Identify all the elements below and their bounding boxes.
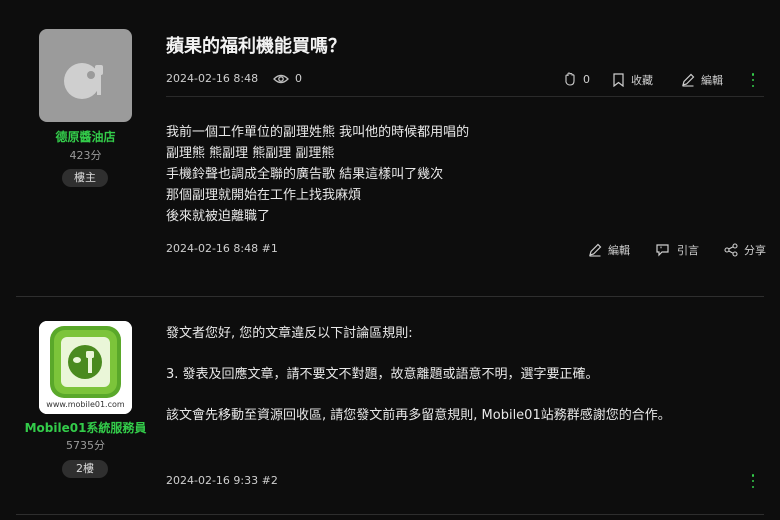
author-name[interactable]: Mobile01系統服務員 <box>0 419 171 436</box>
post-body-line: 手機鈴聲也調成全聯的廣告歌 結果這樣叫了幾次 <box>166 167 444 182</box>
post-body-line: 該文會先移動至資源回收區, 請您發文前再多留意規則, Mobile01站務群感謝… <box>166 408 671 423</box>
pencil-icon <box>682 73 695 87</box>
eye-icon <box>273 74 289 83</box>
post-2: www.mobile01.com Mobile01系統服務員 5735分 2樓 … <box>0 297 780 520</box>
post-body-line: 副理熊 熊副理 熊副理 副理熊 <box>166 146 335 161</box>
post-body-line: 我前一個工作單位的副理姓熊 我叫他的時候都用唱的 <box>166 125 470 140</box>
avatar-default[interactable] <box>39 29 132 122</box>
header-divider <box>166 96 764 97</box>
post-separator <box>16 514 764 515</box>
edit-label: 編輯 <box>701 74 723 87</box>
edit-button[interactable]: 編輯 <box>681 72 723 88</box>
share-button[interactable]: 分享 <box>724 242 766 258</box>
post-1: 德原醬油店 423分 樓主 蘋果的福利機能買嗎？ 2024-02-16 8:48… <box>0 0 780 296</box>
views-text: 0 <box>295 72 302 85</box>
author-score: 5735分 <box>66 439 105 452</box>
bookmark-label: 收藏 <box>631 74 653 87</box>
author-name[interactable]: 德原醬油店 <box>0 128 171 145</box>
like-count: 0 <box>583 72 590 86</box>
bookmark-icon <box>613 73 624 87</box>
logo-url-text: www.mobile01.com <box>46 400 125 409</box>
footer-edit-button[interactable]: 編輯 <box>588 242 630 258</box>
default-avatar-icon <box>64 63 103 99</box>
mobile01-logo-icon: www.mobile01.com <box>39 321 132 414</box>
thread-title: 蘋果的福利機能買嗎？ <box>166 36 346 57</box>
post-date-text: 2024-02-16 8:48 <box>166 72 259 85</box>
more-options-icon[interactable] <box>748 474 758 488</box>
author-score: 423分 <box>69 149 102 162</box>
post-body-line: 3. 發表及回應文章，請不要文不對題，故意離題或語意不明，選字要正確。 <box>166 367 599 382</box>
post-footer-meta: 2024-02-16 9:33 #2 <box>166 474 278 487</box>
views-count: 0 <box>273 72 302 85</box>
more-options-icon[interactable] <box>748 73 758 87</box>
quote-button[interactable]: " 引言 <box>655 242 699 258</box>
post-date: 2024-02-16 8:48 <box>166 72 258 85</box>
post-footer-meta: 2024-02-16 8:48 #1 <box>166 242 278 255</box>
op-badge: 樓主 <box>62 169 108 187</box>
footer-edit-label: 編輯 <box>608 244 630 257</box>
svg-text:": " <box>660 246 663 253</box>
post-footer-text: 2024-02-16 9:33 #2 <box>166 474 278 487</box>
pencil-icon <box>589 243 602 257</box>
post-body-line: 後來就被迫離職了 <box>166 209 271 224</box>
post-footer-text: 2024-02-16 8:48 #1 <box>166 242 278 255</box>
post-body-line: 發文者您好, 您的文章違反以下討論區規則: <box>166 326 413 341</box>
clap-icon <box>565 72 575 86</box>
avatar-mobile01[interactable]: www.mobile01.com <box>39 321 132 414</box>
post-body-line: 那個副理就開始在工作上找我麻煩 <box>166 188 362 203</box>
quote-label: 引言 <box>677 244 699 257</box>
floor-badge: 2樓 <box>62 460 108 478</box>
like-button[interactable]: 0 <box>563 72 590 86</box>
share-icon <box>724 243 738 257</box>
bookmark-button[interactable]: 收藏 <box>612 72 653 88</box>
quote-icon: " <box>656 244 669 257</box>
share-label: 分享 <box>744 244 766 257</box>
